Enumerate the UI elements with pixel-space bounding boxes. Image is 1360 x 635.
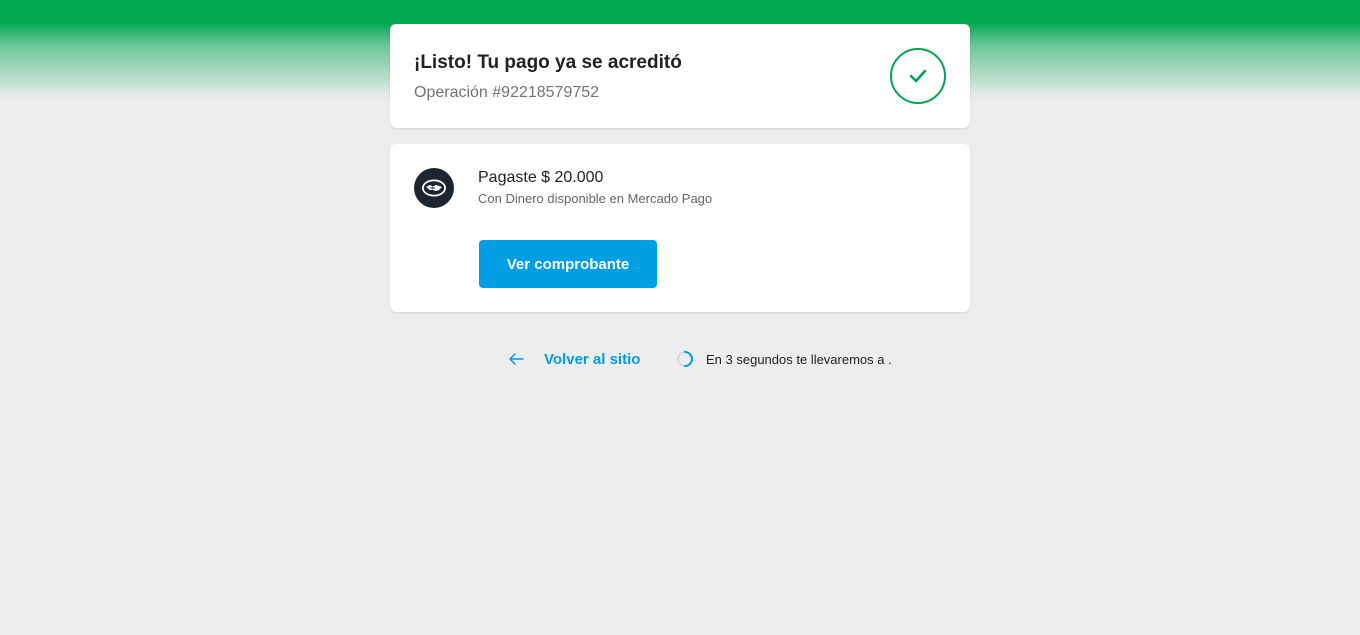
back-to-site-link[interactable]: Volver al sitio [508, 346, 640, 372]
payment-card: Pagaste $ 20.000 Con Dinero disponible e… [390, 144, 970, 312]
main-content: ¡Listo! Tu pago ya se acreditó Operación… [390, 24, 970, 312]
payment-method: Con Dinero disponible en Mercado Pago [478, 191, 713, 206]
back-to-site-label: Volver al sitio [544, 350, 641, 368]
arrow-left-icon [508, 352, 526, 366]
redirect-notice: En 3 segundos te llevaremos a . [676, 346, 892, 372]
status-card: ¡Listo! Tu pago ya se acreditó Operación… [390, 24, 970, 128]
check-icon [890, 48, 946, 104]
status-title: ¡Listo! Tu pago ya se acreditó [414, 52, 682, 73]
loading-spinner-icon [676, 350, 694, 368]
mercado-pago-handshake-icon [414, 168, 454, 208]
operation-number: Operación #92218579752 [414, 84, 600, 101]
redirect-text: En 3 segundos te llevaremos a . [706, 351, 892, 367]
payment-amount: Pagaste $ 20.000 [478, 169, 604, 186]
view-receipt-button[interactable]: Ver comprobante [479, 240, 657, 288]
footer-actions: Volver al sitio En 3 segundos te llevare… [390, 346, 970, 372]
